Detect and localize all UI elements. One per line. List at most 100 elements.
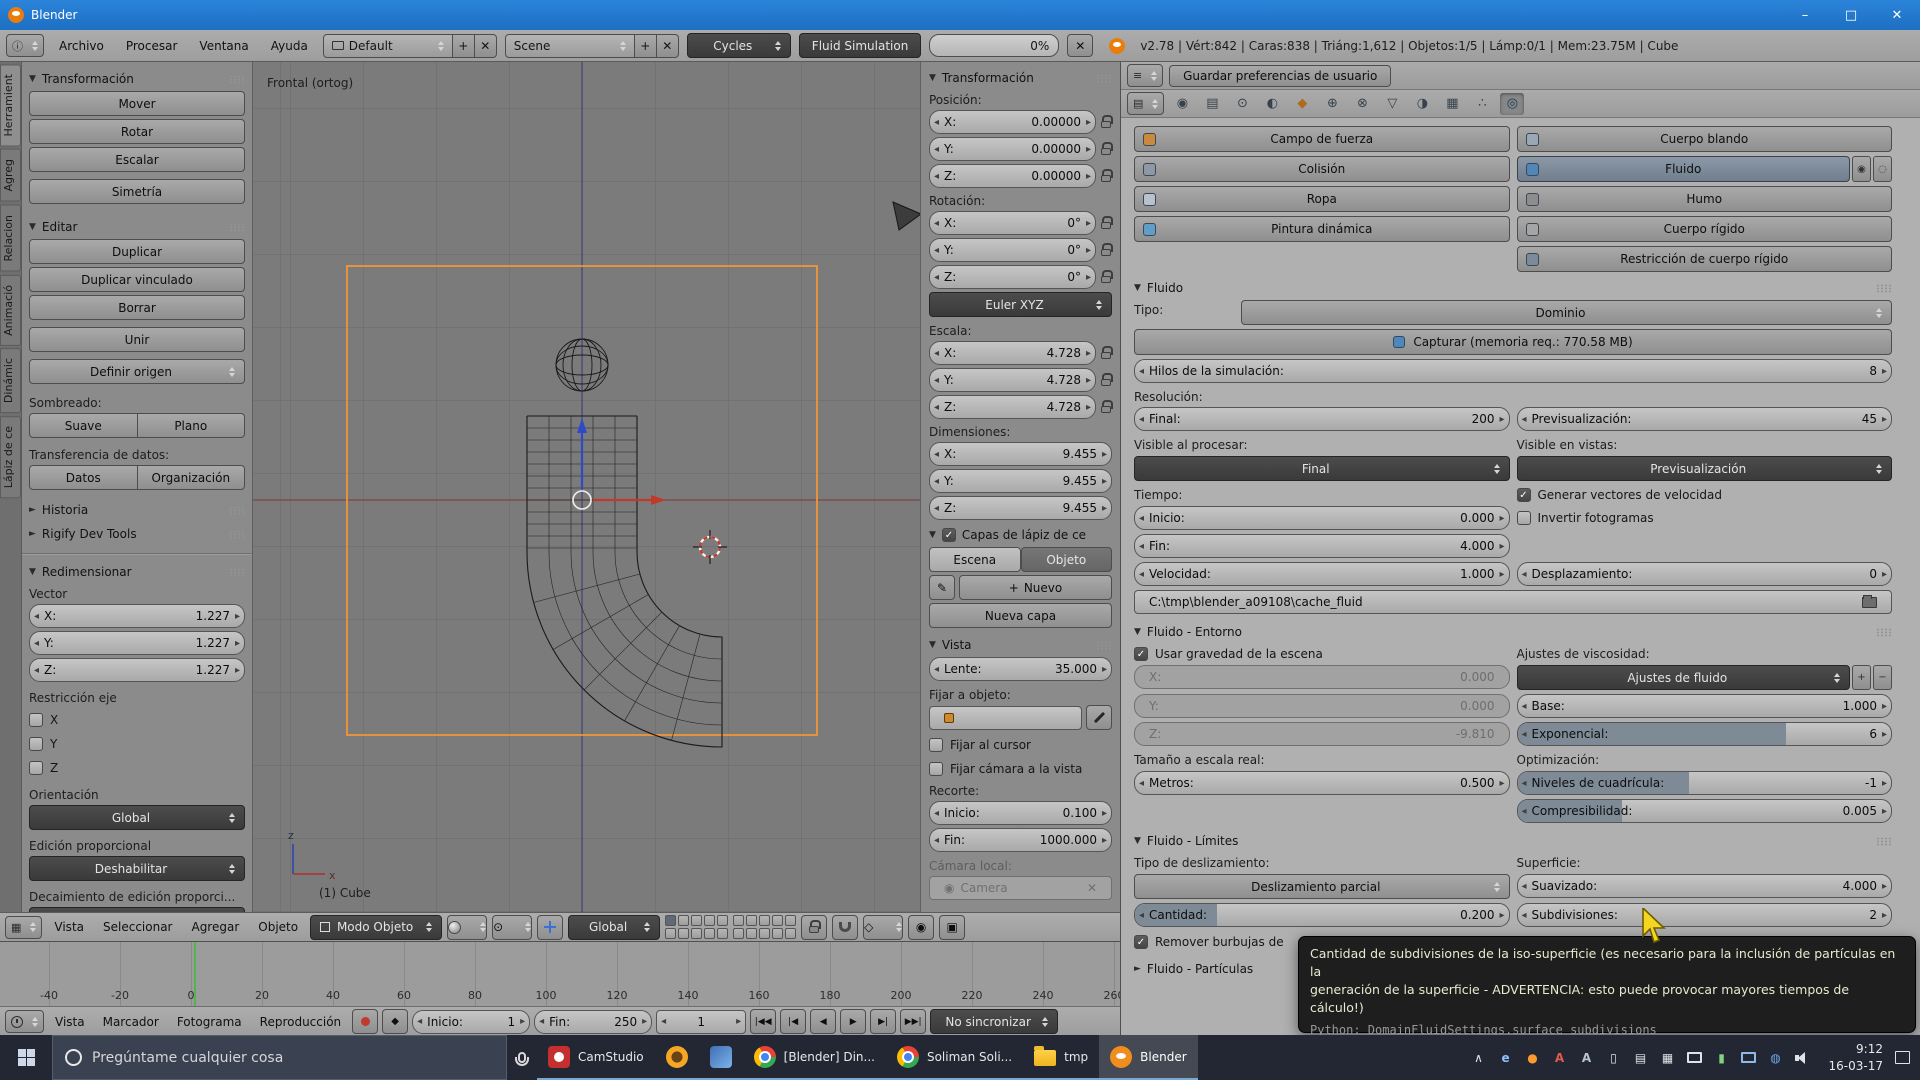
remove-preset-button[interactable]: − — [1873, 665, 1892, 690]
toolshelf-tab-agregar[interactable]: Agreg — [0, 149, 21, 202]
panel-header-editar[interactable]: ▼Editar — [29, 215, 245, 239]
delete-scene-button[interactable]: ✕ — [657, 34, 679, 58]
tab-data-icon[interactable]: ▽ — [1380, 93, 1404, 115]
timeline-marker-menu[interactable]: Marcador — [96, 1015, 166, 1029]
tab-modifiers-icon[interactable]: ⊗ — [1350, 93, 1374, 115]
cancel-job-button[interactable]: ✕ — [1067, 34, 1093, 57]
tab-constraints-icon[interactable]: ⊕ — [1320, 93, 1344, 115]
panel-header-transform[interactable]: ▼Transformación — [929, 66, 1112, 90]
taskbar-clock[interactable]: 9:12 16-03-17 — [1821, 1035, 1891, 1080]
taskbar-app-flower[interactable] — [655, 1035, 699, 1080]
menu-archivo[interactable]: Archivo — [52, 39, 111, 53]
resize-x-field[interactable]: X:1.227 — [29, 604, 245, 628]
toolshelf-tab-lapiz[interactable]: Lápiz de ce — [0, 416, 21, 498]
tray-network-icon[interactable]: ▮ — [1712, 1048, 1732, 1068]
force-field-button[interactable]: Campo de fuerza — [1134, 126, 1510, 152]
menu-ventana[interactable]: Ventana — [192, 39, 255, 53]
jump-to-start-button[interactable]: |◀◀ — [750, 1009, 776, 1034]
viewport-3d[interactable]: z x Frontal (ortog) (1) Cube — [253, 62, 920, 912]
toolshelf-tab-dinamica[interactable]: Dinámic — [0, 348, 21, 413]
collision-button[interactable]: Colisión — [1134, 156, 1510, 182]
shade-smooth-button[interactable]: Suave — [29, 413, 138, 438]
dimension-z-field[interactable]: Z:9.455 — [929, 496, 1112, 520]
tab-scene-icon[interactable]: ⊙ — [1230, 93, 1254, 115]
taskbar-app-chrome-blender[interactable]: [Blender] Din... — [743, 1035, 886, 1080]
timeline-playback-menu[interactable]: Reproducción — [253, 1015, 349, 1029]
lens-field[interactable]: Lente:35.000 — [929, 657, 1112, 681]
proportional-edit-dropdown[interactable]: Deshabilitar — [29, 856, 245, 881]
set-origin-dropdown[interactable]: Definir origen — [29, 359, 245, 384]
move-button[interactable]: Mover — [29, 91, 245, 116]
tray-antivirus-icon[interactable]: ◍ — [1766, 1048, 1786, 1068]
lock-location-x-icon[interactable] — [1100, 115, 1112, 129]
opengl-render-anim-button[interactable]: ▣ — [939, 915, 965, 940]
keying-set-button[interactable]: ◆ — [382, 1009, 408, 1034]
panel-header-rigify[interactable]: ►Rigify Dev Tools — [29, 522, 245, 546]
scene-selector[interactable]: Scene + ✕ — [505, 34, 679, 58]
dynamic-paint-button[interactable]: Pintura dinámica — [1134, 216, 1510, 242]
panel-header-transformacion[interactable]: ▼Transformación — [29, 67, 245, 91]
tab-object-icon[interactable]: ◆ — [1290, 93, 1314, 115]
location-x-field[interactable]: X:0.00000 — [929, 110, 1096, 134]
scene-lock-button[interactable] — [801, 915, 827, 940]
frame-offset-field[interactable]: Desplazamiento:0 — [1517, 562, 1893, 586]
tray-chevron-icon[interactable]: ∧ — [1469, 1048, 1489, 1068]
transfer-data-button[interactable]: Datos — [29, 465, 138, 490]
tab-texture-icon[interactable]: ▦ — [1440, 93, 1464, 115]
sync-mode-dropdown[interactable]: No sincronizar — [930, 1009, 1058, 1034]
use-scene-gravity-checkbox[interactable]: ✓ — [1134, 647, 1148, 661]
tab-particles-icon[interactable]: ∴ — [1470, 93, 1494, 115]
join-button[interactable]: Unir — [29, 327, 245, 352]
speed-field[interactable]: Velocidad:1.000 — [1134, 562, 1510, 586]
gp-new-button[interactable]: +Nuevo — [959, 575, 1112, 600]
tray-phone-icon[interactable]: ▯ — [1604, 1048, 1624, 1068]
reverse-frames-checkbox[interactable] — [1517, 511, 1531, 525]
tray-letter-a-icon[interactable]: A — [1550, 1048, 1570, 1068]
maximize-button[interactable]: □ — [1828, 0, 1874, 30]
mode-dropdown[interactable]: Modo Objeto — [310, 915, 442, 940]
shade-flat-button[interactable]: Plano — [138, 413, 246, 438]
taskbar-app-chrome-soliman[interactable]: Soliman Soli... — [886, 1035, 1023, 1080]
axis-y-checkbox[interactable] — [29, 737, 43, 751]
add-preset-button[interactable]: + — [1852, 665, 1871, 690]
surface-subdivisions-field[interactable]: Subdivisiones:2 — [1517, 903, 1893, 927]
shading-dropdown[interactable] — [447, 915, 487, 940]
render-display-dropdown[interactable]: Final — [1134, 456, 1510, 481]
dimension-y-field[interactable]: Y:9.455 — [929, 469, 1112, 493]
frame-start-field[interactable]: Inicio:1 — [412, 1010, 530, 1034]
viscosity-exponent-field[interactable]: Exponencial:6 — [1517, 722, 1893, 746]
transfer-layout-button[interactable]: Organización — [138, 465, 246, 490]
viscosity-base-field[interactable]: Base:1.000 — [1517, 694, 1893, 718]
open-folder-icon[interactable] — [1862, 597, 1877, 608]
opengl-render-button[interactable]: ◉ — [908, 915, 934, 940]
minimize-button[interactable]: – — [1782, 0, 1828, 30]
jump-next-keyframe-button[interactable]: ▶| — [870, 1009, 896, 1034]
scale-x-field[interactable]: X:4.728 — [929, 341, 1096, 365]
final-resolution-field[interactable]: Final:200 — [1134, 407, 1510, 431]
manipulator-toggle[interactable] — [537, 915, 563, 940]
time-start-field[interactable]: Inicio:0.000 — [1134, 506, 1510, 530]
toolshelf-tab-animacion[interactable]: Animació — [0, 275, 21, 346]
axis-z-checkbox[interactable] — [29, 761, 43, 775]
gp-tab-scene[interactable]: Escena — [929, 547, 1021, 572]
fluid-render-visibility-icon[interactable]: ◉ — [1852, 156, 1871, 182]
tab-render-icon[interactable]: ◉ — [1170, 93, 1194, 115]
resize-z-field[interactable]: Z:1.227 — [29, 658, 245, 682]
tab-render-layers-icon[interactable]: ▤ — [1200, 93, 1224, 115]
tray-usb-icon[interactable]: ▦ — [1658, 1048, 1678, 1068]
lock-rotation-z-icon[interactable] — [1100, 270, 1112, 284]
slip-amount-field[interactable]: Cantidad:0.200 — [1134, 903, 1510, 927]
mic-button[interactable] — [507, 1035, 537, 1080]
viscosity-preset-dropdown[interactable]: Ajustes de fluido — [1517, 665, 1851, 690]
layers-widget-left[interactable] — [665, 915, 728, 939]
lock-location-z-icon[interactable] — [1100, 169, 1112, 183]
add-menu[interactable]: Agregar — [184, 920, 246, 934]
editor-type-userprefs-icon[interactable]: ≡ — [1127, 64, 1163, 87]
notification-center-button[interactable] — [1891, 1051, 1920, 1064]
tray-printer-icon[interactable]: ▤ — [1631, 1048, 1651, 1068]
close-button[interactable]: ✕ — [1874, 0, 1920, 30]
rotation-z-field[interactable]: Z:0° — [929, 265, 1096, 289]
rigid-body-button[interactable]: Cuerpo rígido — [1517, 216, 1893, 242]
editor-type-timeline-icon[interactable] — [5, 1010, 44, 1033]
transform-orientation-dropdown[interactable]: Global — [568, 915, 660, 940]
